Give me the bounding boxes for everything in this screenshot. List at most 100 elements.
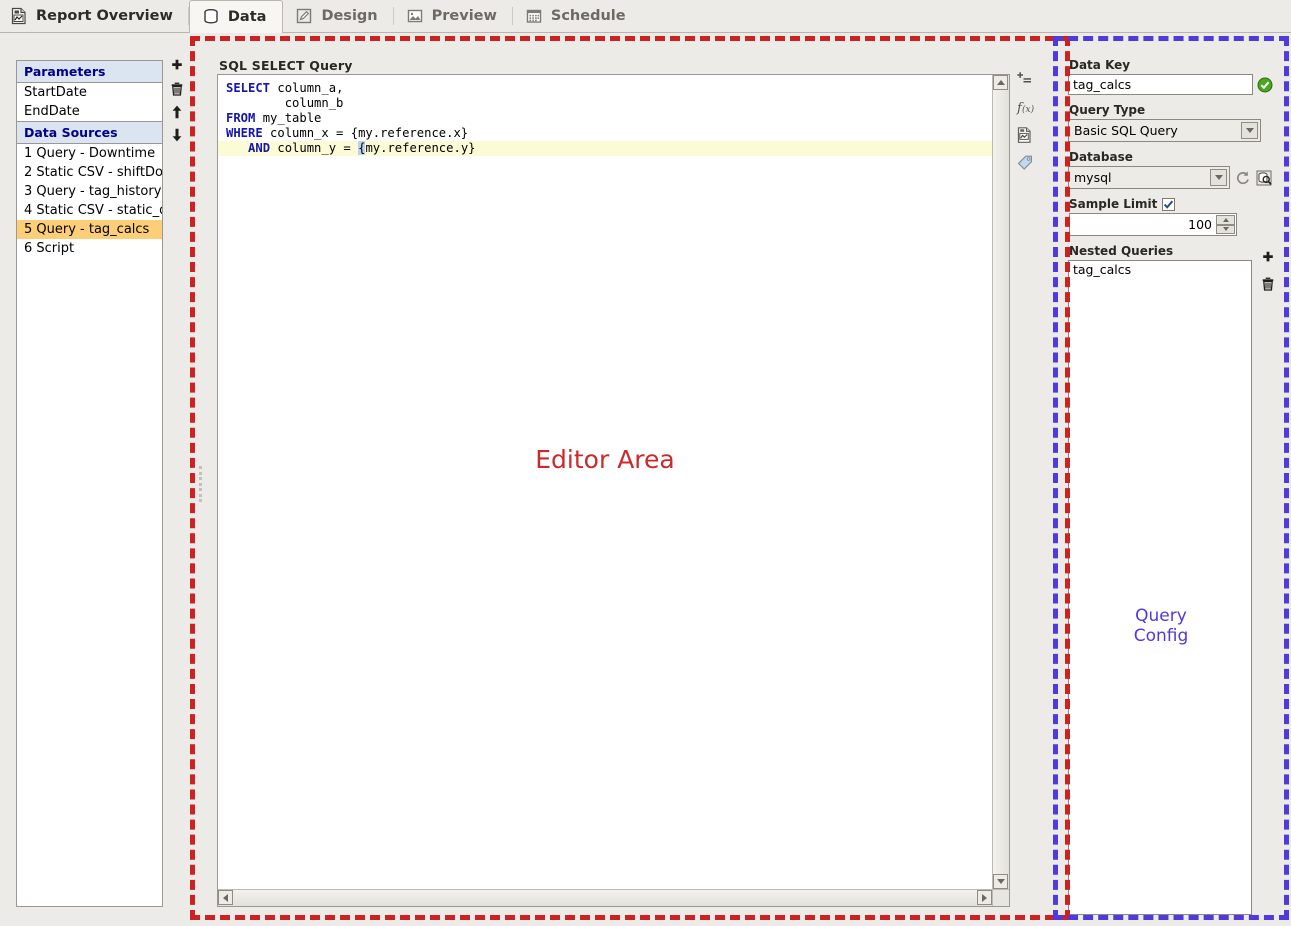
nested-queries-toolbar [1258,244,1278,292]
splitter-dot [198,493,202,497]
chevron-right-icon [982,893,987,902]
scrollbar-corner [992,889,1009,906]
chevron-down-icon[interactable] [1241,122,1258,139]
tab-data[interactable]: Data [188,0,284,33]
chevron-down-glyph [1214,175,1223,180]
list-item[interactable]: 6 Script [17,239,162,258]
trash-icon[interactable] [1260,276,1276,292]
chevron-down-icon [996,879,1005,884]
stepper-buttons [1216,215,1235,234]
datasource-sidebar: Parameters StartDate EndDate Data Source… [16,60,163,907]
tab-design[interactable]: Design [283,0,394,32]
sql-code-area[interactable]: SELECT column_a, column_b FROM my_table … [218,75,992,889]
scroll-right-button[interactable] [977,890,992,905]
database-label: Database [1069,150,1133,164]
list-item[interactable]: 3 Query - tag_history [17,182,162,201]
sample-limit-label: Sample Limit [1069,197,1158,211]
main-tab-bar: Report Overview Data Design Preview Sche… [0,0,1291,33]
splitter-dot [198,499,202,502]
parameters-section-header: Parameters [17,61,162,83]
query-type-select[interactable]: Basic SQL Query [1068,119,1261,142]
sample-limit-label-row: Sample Limit [1069,197,1273,211]
tab-label: Report Overview [36,8,173,24]
list-item[interactable]: EndDate [17,102,162,121]
trash-icon[interactable] [169,81,185,97]
list-item[interactable]: 2 Static CSV - shiftDo… [17,163,162,182]
query-type-label: Query Type [1069,103,1146,117]
sample-limit-checkbox[interactable] [1162,197,1176,211]
tab-preview[interactable]: Preview [394,0,513,32]
report-overview-icon [10,7,28,25]
data-key-input[interactable] [1068,74,1253,95]
chevron-down-icon[interactable] [1210,169,1227,186]
tab-label: Preview [431,8,497,24]
nested-queries-list[interactable]: tag_calcs Query Config [1068,260,1252,915]
splitter-dot [198,488,202,491]
sidebar-toolbar [167,58,187,158]
chevron-left-icon [223,893,228,902]
database-icon [202,8,220,26]
annotation-line-1: Query [1135,606,1187,626]
arrow-down-icon[interactable] [169,127,185,143]
sample-limit-stepper[interactable]: 100 [1069,213,1237,236]
database-group: Database mysql [1068,150,1273,189]
editor-title: SQL SELECT Query [219,58,353,73]
plus-icon[interactable] [1260,250,1276,266]
editor-box: SELECT column_a, column_b FROM my_table … [217,74,1010,907]
svg-text:(x): (x) [1022,104,1034,115]
nested-queries-group: Nested Queries tag_calcs Query Config [1068,244,1274,915]
database-browse-icon[interactable] [1255,169,1273,187]
tab-label: Design [321,8,378,24]
tab-schedule[interactable]: Schedule [513,0,642,32]
plus-equals-icon[interactable] [1016,70,1034,88]
annotation-line-2: Config [1133,626,1189,646]
parameters-list: StartDate EndDate [17,83,162,121]
query-type-value: Basic SQL Query [1074,123,1178,138]
pencil-square-icon [295,7,313,25]
stepper-increment-button[interactable] [1216,215,1235,225]
nested-queries-label: Nested Queries [1069,244,1174,258]
datasources-section-header: Data Sources [17,121,162,144]
refresh-icon[interactable] [1234,169,1251,186]
database-select[interactable]: mysql [1068,166,1230,189]
list-item[interactable]: 1 Query - Downtime [17,144,162,163]
scroll-down-button[interactable] [993,874,1008,889]
fx-icon[interactable]: f (x) [1016,98,1035,116]
editor-vertical-scrollbar[interactable] [992,75,1009,889]
query-type-group: Query Type Basic SQL Query [1068,103,1273,142]
list-item[interactable]: StartDate [17,83,162,102]
document-chart-icon[interactable] [1016,126,1034,144]
sample-limit-value: 100 [1188,217,1212,232]
editor-insert-toolbar: f (x) [1013,70,1037,180]
scroll-left-button[interactable] [218,890,233,905]
tab-report-overview[interactable]: Report Overview [0,0,189,32]
image-icon [406,7,424,25]
chevron-down-glyph [1222,227,1229,232]
stepper-decrement-button[interactable] [1216,224,1235,234]
tab-label: Schedule [550,8,626,24]
sidebar-splitter-handle[interactable] [197,466,203,502]
splitter-dot [198,477,202,480]
datasources-list: 1 Query - Downtime 2 Static CSV - shiftD… [17,144,162,258]
data-key-row [1068,74,1273,95]
editor-horizontal-scrollbar[interactable] [218,889,992,906]
chevron-up-icon [996,80,1005,85]
query-config-panel: Data Key Query Type Basic SQL Query Data… [1068,58,1274,915]
valid-check-icon [1257,77,1273,93]
tag-icon[interactable] [1016,154,1034,172]
sample-limit-group: Sample Limit 100 [1068,197,1273,236]
calendar-icon [525,7,543,25]
query-config-annotation: Query Config [1069,606,1251,646]
list-item[interactable]: 4 Static CSV - static_d… [17,201,162,220]
data-key-label: Data Key [1069,58,1131,72]
splitter-dot [198,471,202,475]
chevron-up-glyph [1222,217,1229,222]
arrow-up-icon[interactable] [169,104,185,120]
list-item[interactable]: tag_calcs [1071,262,1251,278]
plus-icon[interactable] [169,58,185,74]
chevron-down-glyph [1245,128,1254,133]
splitter-dot [198,466,202,469]
scroll-up-button[interactable] [993,75,1008,90]
list-item[interactable]: 5 Query - tag_calcs [17,220,162,239]
sql-editor-panel: SQL SELECT Query SELECT column_a, column… [217,58,1010,907]
